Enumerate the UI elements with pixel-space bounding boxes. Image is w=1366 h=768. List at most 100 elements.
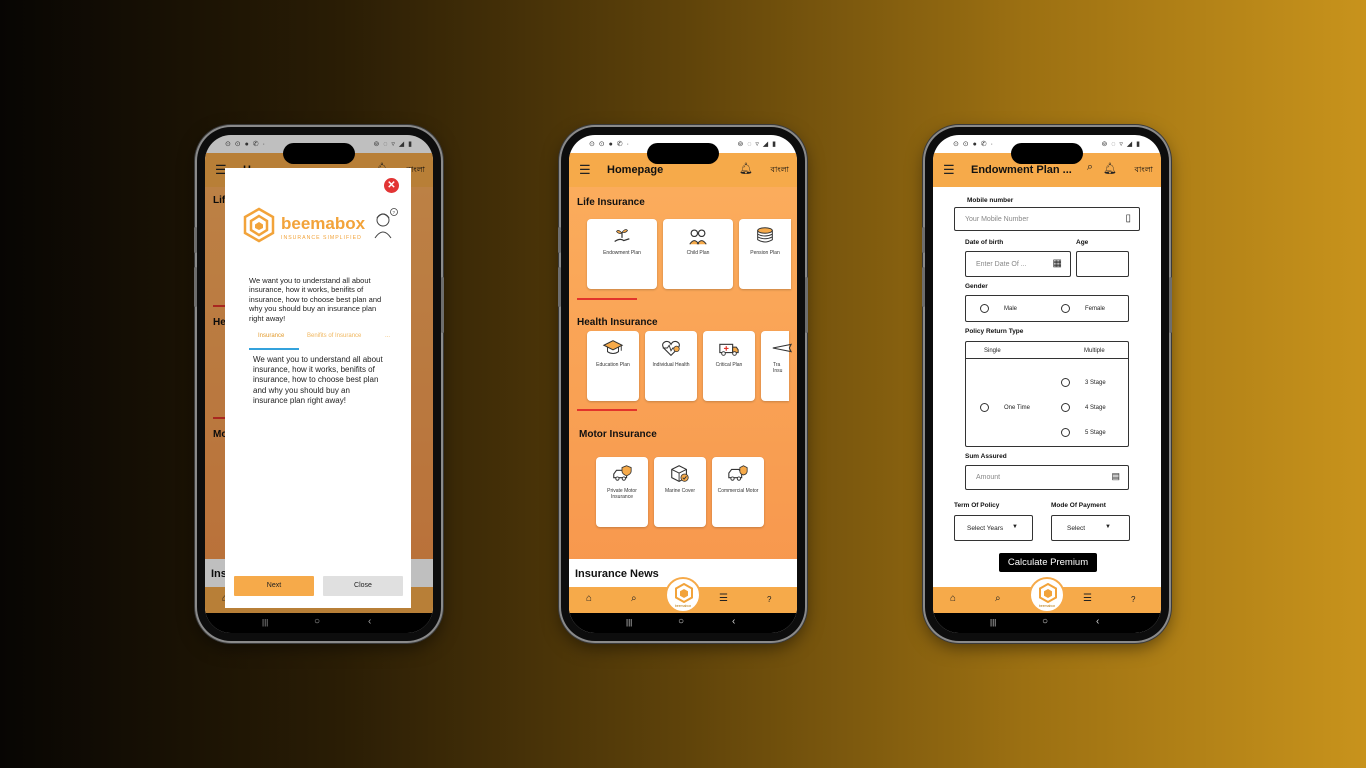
language-toggle[interactable]: বাংলা — [1135, 164, 1154, 177]
plane-icon — [772, 343, 793, 353]
tab-body-text: We want you to understand all about insu… — [253, 355, 383, 405]
radio-4-stage[interactable] — [1061, 403, 1070, 412]
intro-text: We want you to understand all about insu… — [249, 276, 382, 323]
mode-label: Mode Of Payment — [1051, 502, 1106, 509]
sum-assured-label: Sum Assured — [965, 453, 1007, 460]
radio-3-stage[interactable] — [1061, 378, 1070, 387]
home-icon[interactable]: ⌂ — [950, 593, 956, 604]
list-icon[interactable]: ☰ — [1083, 593, 1092, 604]
heart-pulse-icon — [662, 340, 680, 357]
card-travel-insurance[interactable]: Tra Insu — [761, 331, 793, 401]
age-label: Age — [1076, 239, 1089, 246]
card-endowment-plan[interactable]: Endowment Plan — [587, 219, 657, 289]
gender-label: Gender — [965, 283, 988, 290]
list-icon[interactable]: ☰ — [719, 593, 728, 604]
radio-male[interactable] — [980, 304, 989, 313]
mode-select[interactable]: Select ▼ — [1051, 515, 1130, 541]
tab-benefits[interactable]: Benifits of Insurance — [307, 333, 361, 339]
language-toggle[interactable]: বাংলা — [771, 164, 790, 177]
system-home-icon[interactable]: ○ — [678, 616, 684, 627]
help-icon[interactable]: ? — [767, 595, 771, 604]
search-icon[interactable]: ⌕ — [1087, 161, 1093, 174]
box-check-icon — [671, 465, 689, 482]
radio-5-stage[interactable] — [1061, 428, 1070, 437]
status-right-icons: ⊚ ◌ ▿ ◢ ▮ — [373, 141, 413, 148]
coins-icon — [757, 227, 773, 243]
term-select[interactable]: Select Years ▼ — [954, 515, 1033, 541]
mode-value: Select — [1067, 525, 1086, 532]
info-dialog: ✕ beemabox INSURANCE SIMPLIFIED ? We wan… — [225, 168, 411, 608]
card-commercial-motor[interactable]: Commercial Motor — [712, 457, 764, 527]
close-button[interactable]: Close — [323, 576, 403, 596]
divider — [577, 298, 637, 300]
female-label: Female — [1085, 306, 1106, 312]
phone-3: ⊙ ⊙ ● ✆ · ⊚ ◌ ▿ ◢ ▮ ☰ Endowment Plan ...… — [922, 127, 1172, 641]
age-input[interactable] — [1076, 251, 1129, 277]
card-label: Tra Insu — [773, 362, 783, 374]
card-child-plan[interactable]: Child Plan — [663, 219, 733, 289]
tab-indicator — [249, 348, 299, 350]
dropdown-arrow-icon: ▼ — [1012, 524, 1018, 530]
hamburger-menu-icon[interactable]: ☰ — [943, 163, 955, 176]
4-stage-label: 4 Stage — [1085, 405, 1106, 411]
back-icon[interactable]: ‹ — [732, 616, 735, 627]
calendar-icon[interactable]: ▦ — [1053, 258, 1062, 269]
card-label: Child Plan — [686, 250, 710, 256]
tab-insurance[interactable]: Insurance — [258, 333, 284, 339]
mobile-label: Mobile number — [967, 197, 1014, 204]
divider — [577, 409, 637, 411]
card-pension-plan[interactable]: Pension Plan — [739, 219, 791, 289]
dob-input[interactable]: Enter Date Of ... ▦ — [965, 251, 1071, 277]
screen-phone-1: ⊙ ⊙ ● ✆ · ⊚ ◌ ▿ ◢ ▮ ☰ H 🔔︎ বাংলা Life He… — [205, 135, 433, 633]
tab-more[interactable]: ... — [385, 333, 390, 339]
beemabox-logo: beemabox INSURANCE SIMPLIFIED ? — [243, 207, 398, 243]
home-icon[interactable]: ⌂ — [586, 593, 592, 604]
phone-1: ⊙ ⊙ ● ✆ · ⊚ ◌ ▿ ◢ ▮ ☰ H 🔔︎ বাংলা Life He… — [194, 127, 444, 641]
fab-label: beemabox — [1038, 604, 1056, 608]
beemabox-fab[interactable]: beemabox — [665, 577, 701, 613]
calculate-premium-button[interactable]: Calculate Premium — [999, 553, 1097, 572]
card-label: Critical Plan — [715, 362, 743, 368]
help-icon[interactable]: ? — [1131, 595, 1135, 604]
radio-female[interactable] — [1061, 304, 1070, 313]
card-private-motor[interactable]: Private Motor Insurance — [596, 457, 648, 527]
bell-icon[interactable]: 🔔︎ — [1103, 162, 1117, 175]
search-icon[interactable]: ⌕ — [995, 593, 1001, 604]
card-marine-cover[interactable]: Marine Cover — [654, 457, 706, 527]
recent-apps-icon[interactable]: ||| — [990, 618, 996, 627]
card-label: Private Motor Insurance — [607, 488, 637, 500]
health-insurance-heading: Health Insurance — [577, 317, 658, 328]
bell-icon[interactable]: 🔔︎ — [739, 162, 753, 175]
graduation-cap-icon — [602, 340, 624, 355]
next-button[interactable]: Next — [234, 576, 314, 596]
one-time-label: One Time — [1004, 405, 1031, 411]
back-icon[interactable]: ‹ — [1096, 616, 1099, 627]
dob-placeholder: Enter Date Of ... — [976, 261, 1027, 268]
close-icon[interactable]: ✕ — [384, 178, 399, 193]
5-stage-label: 5 Stage — [1085, 430, 1106, 436]
fab-label: beemabox — [674, 604, 692, 608]
card-label: Education Plan — [596, 362, 630, 368]
card-critical-plan[interactable]: Critical Plan — [703, 331, 755, 401]
card-education-plan[interactable]: Education Plan — [587, 331, 639, 401]
calculator-icon: ▤ — [1111, 471, 1120, 481]
life-insurance-heading: Life Insurance — [577, 197, 645, 208]
radio-one-time[interactable] — [980, 403, 989, 412]
beemabox-fab[interactable]: beemabox — [1029, 577, 1065, 613]
dynamic-island — [1011, 143, 1083, 164]
mobile-input[interactable]: Your Mobile Number ▯ — [954, 207, 1140, 231]
phone-icon: ▯ — [1125, 213, 1131, 224]
recent-apps-icon[interactable]: ||| — [626, 618, 632, 627]
status-left-icons: ⊙ ⊙ ● ✆ · — [225, 141, 266, 148]
motor-insurance-heading: Motor Insurance — [579, 429, 657, 440]
car-shield-icon — [613, 465, 632, 481]
search-icon[interactable]: ⌕ — [631, 593, 637, 604]
card-individual-health[interactable]: Individual Health — [645, 331, 697, 401]
table-divider — [966, 358, 1128, 359]
card-label: Pension Plan — [750, 250, 780, 256]
beemabox-hex-icon — [1039, 583, 1057, 603]
sum-assured-input[interactable]: Amount ▤ — [965, 465, 1129, 490]
hamburger-menu-icon[interactable]: ☰ — [579, 163, 591, 176]
dynamic-island — [647, 143, 719, 164]
system-home-icon[interactable]: ○ — [1042, 616, 1048, 627]
